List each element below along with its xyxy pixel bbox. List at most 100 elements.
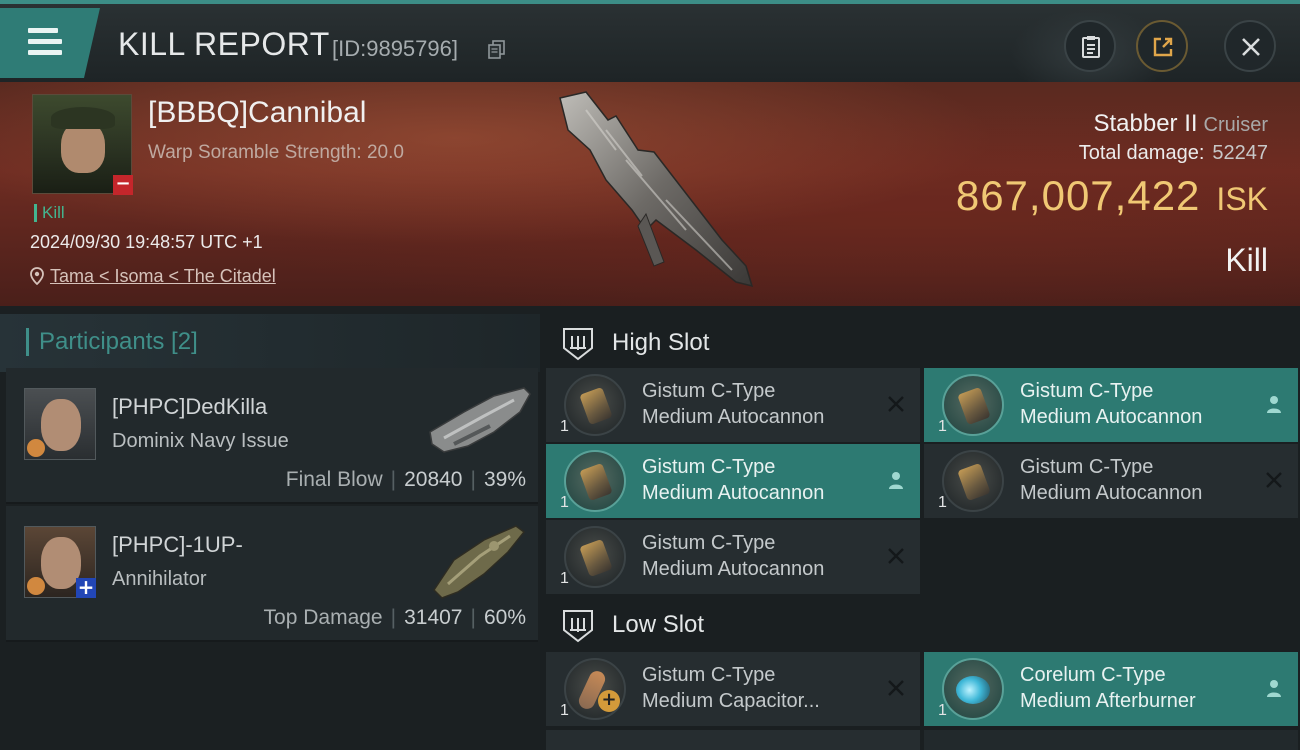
participant-ship: Dominix Navy Issue [112,430,289,452]
participant-role: Top Damage [263,606,383,629]
menu-button[interactable] [0,8,100,78]
kill-location-link[interactable]: Tama < Isoma < The Citadel [30,266,276,287]
module-name: Gistum C-Type [642,664,776,686]
module-item[interactable]: 1 Gistum C-Type Medium Autocannon [546,444,920,518]
participant-avatar[interactable]: + [24,526,96,598]
participant-portrait [41,399,81,451]
destroyed-x-icon [1266,472,1282,488]
participant-ship-image [433,525,526,599]
autocannon-icon [564,526,626,588]
module-item-partial[interactable] [924,730,1298,750]
dropped-person-icon [1267,396,1281,413]
module-item[interactable]: 1 Corelum C-Type Medium Afterburner [924,652,1298,726]
share-button[interactable] [1136,20,1188,72]
participant-percent: 60% [483,606,526,629]
dropped-person-icon [1267,680,1281,697]
isk-amount: 867,007,422 [955,172,1201,219]
afterburner-icon [942,658,1004,720]
kill-datetime: 2024/09/30 19:48:57 UTC +1 [30,232,263,252]
fitting-panel: High Slot 1 Gistum C-Type Medium Autocan… [540,306,1300,750]
ship-class: Cruiser [1203,114,1268,136]
close-icon [1242,38,1260,56]
participant-percent: 39% [483,468,526,491]
participant-name: [PHPC]-1UP- [112,532,243,557]
participant-name: [PHPC]DedKilla [112,394,268,419]
module-quantity: 1 [938,418,947,435]
participant-stats: Top Damage | 31407 | 60% [263,606,526,629]
module-quantity: 1 [560,418,569,435]
dropped-person-icon [889,472,903,489]
module-quantity: 1 [560,494,569,511]
module-name: Gistum C-Type [642,456,776,478]
autocannon-icon [564,450,626,512]
menu-icon [28,28,62,61]
module-name: Corelum C-Type [1020,664,1166,686]
report-id: [ID:9895796] [332,36,458,61]
module-quantity: 1 [560,702,569,719]
friendly-plus-icon: + [76,575,96,599]
close-button[interactable] [1224,20,1276,72]
participant-avatar[interactable] [24,388,96,460]
kill-tag: Kill [34,204,65,222]
total-damage-value: 52247 [1212,142,1268,164]
destroyed-x-icon [888,548,904,564]
kill-result: Kill [1225,242,1268,278]
module-item[interactable]: 1 Gistum C-Type Medium Autocannon [546,368,920,442]
module-name: Gistum C-Type [642,532,776,554]
autocannon-icon [942,450,1004,512]
destroyed-x-icon [888,680,904,696]
destroyed-x-icon [888,396,904,412]
clipboard-button[interactable] [1064,20,1116,72]
high-slot-header: High Slot [540,312,1300,372]
participant-stats: Final Blow | 20840 | 39% [285,468,526,491]
module-item[interactable]: + 1 Gistum C-Type Medium Capacitor... [546,652,920,726]
victim-portrait-cap [51,107,115,129]
isk-unit: ISK [1216,181,1268,217]
page-title: KILL REPORT [118,26,330,62]
corp-logo-icon [27,577,45,595]
module-item[interactable]: 1 Gistum C-Type Medium Autocannon [924,368,1298,442]
autocannon-icon [564,374,626,436]
module-type: Medium Autocannon [1020,406,1203,428]
module-quantity: 1 [938,494,947,511]
participants-header: Participants [2] [0,314,540,372]
isk-value: 867,007,422 ISK [956,172,1268,220]
location-text: Tama < Isoma < The Citadel [50,266,276,286]
module-item[interactable]: 1 Gistum C-Type Medium Autocannon [924,444,1298,518]
participants-panel: Participants [2] [PHPC]DedKilla Dominix … [0,306,540,750]
participant-role: Final Blow [285,468,383,491]
victim-banner: − [BBBQ]Cannibal Warp Soramble Strength:… [0,82,1300,306]
victim-ship-type: Stabber II Cruiser [1093,110,1268,138]
module-name: Gistum C-Type [1020,380,1154,402]
module-type: Medium Autocannon [642,558,825,580]
victim-ship-image [559,91,754,288]
victim-name[interactable]: [BBBQ]Cannibal [148,96,366,130]
participant-damage: 31407 [404,606,463,629]
participant-damage: 20840 [404,468,463,491]
high-slot-icon [563,328,593,361]
share-icon [1153,37,1173,57]
module-name: Gistum C-Type [642,380,776,402]
participant-row[interactable]: [PHPC]DedKilla Dominix Navy Issue Final … [6,368,538,504]
total-damage: Total damage: 52247 [1079,142,1268,165]
autocannon-icon [942,374,1004,436]
clipboard-icon [1082,36,1100,58]
participant-row[interactable]: + [PHPC]-1UP- Annihilator Top Damage | 314… [6,506,538,642]
participant-portrait [41,537,81,589]
high-slot-label: High Slot [612,329,710,356]
copy-icon[interactable] [488,40,506,60]
module-type: Medium Capacitor... [642,690,820,712]
participant-ship-image [429,387,531,453]
ship-name: Stabber II [1093,110,1198,137]
low-slot-label: Low Slot [612,611,705,638]
module-type: Medium Autocannon [642,406,825,428]
capacitor-icon: + [564,658,626,720]
low-slot-icon [563,610,593,643]
module-item[interactable]: 1 Gistum C-Type Medium Autocannon [546,520,920,594]
header-bar: KILL REPORT [ID:9895796] [0,0,1300,86]
participant-ship: Annihilator [112,568,207,590]
module-type: Medium Afterburner [1020,690,1196,712]
victim-avatar[interactable]: − [32,94,133,195]
location-pin-icon [30,267,44,286]
module-item-partial[interactable] [546,730,920,750]
